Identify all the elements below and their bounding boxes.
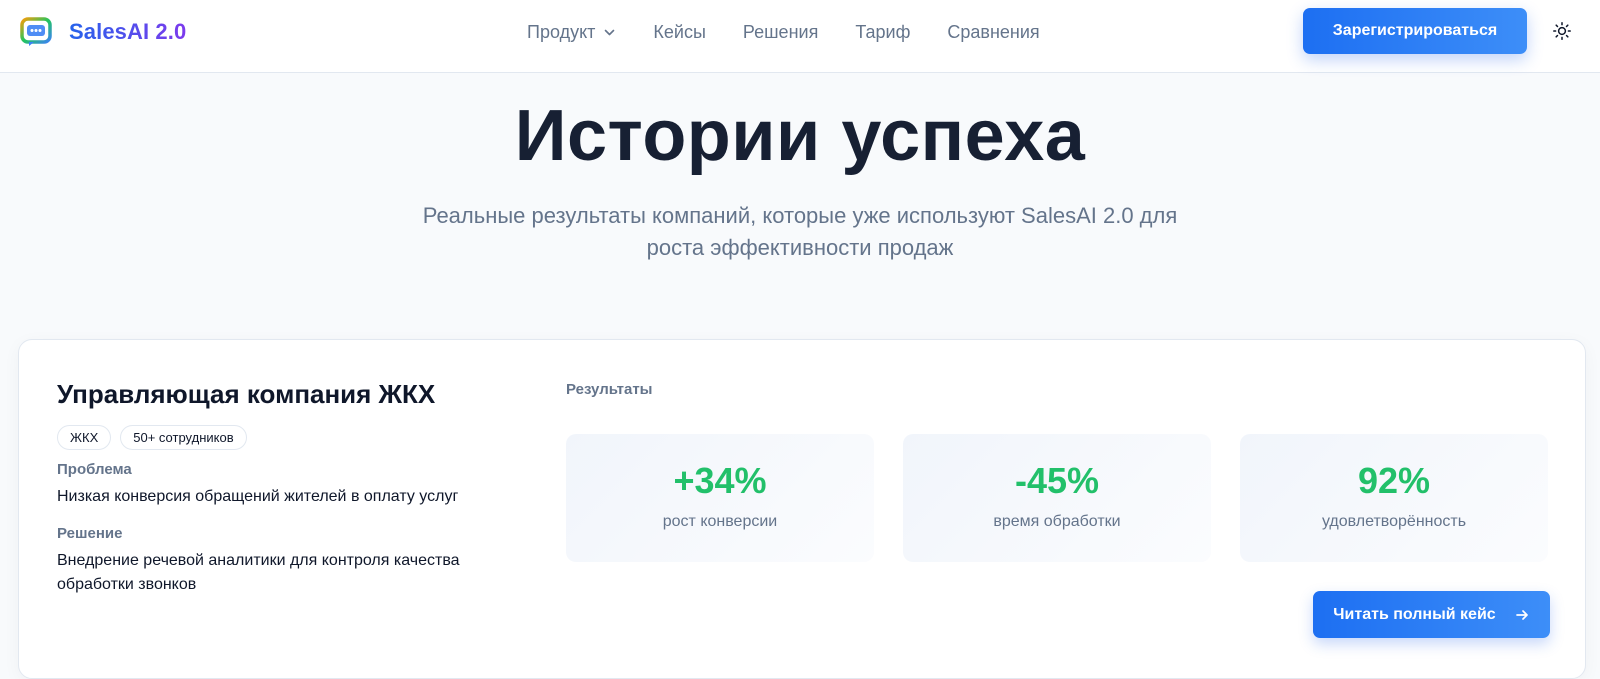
case-tags: ЖКХ 50+ сотрудников [57,425,247,450]
sun-icon[interactable] [1552,21,1572,41]
top-navbar: SalesAI 2.0 Продукт Кейсы Решения Тариф … [0,0,1600,73]
nav-item-label: Продукт [527,21,596,42]
tag-company-size: 50+ сотрудников [120,425,247,450]
metric-value: +34% [673,460,767,501]
chevron-down-icon [605,29,615,35]
nav-item-cases[interactable]: Кейсы [653,22,706,43]
solution-label: Решение [57,525,123,542]
solution-text-line: Внедрение речевой аналитики для контроля… [57,552,460,569]
metric-label: удовлетворённость [1321,513,1467,530]
metric-value: -45% [1014,460,1100,501]
subtitle-line: Реальные результаты компаний, которые уж… [422,203,1178,228]
signup-button[interactable]: Зарегистрироваться [1303,8,1527,54]
solution-text: Внедрение речевой аналитики для контроля… [57,549,517,597]
page-title: Истории успеха [514,96,1086,176]
logo-text[interactable]: SalesAI 2.0 [69,19,186,45]
nav-item-solutions[interactable]: Решения [743,22,818,43]
page-subtitle: Реальные результаты компаний, которые уж… [360,200,1240,264]
nav-item-product[interactable]: Продукт [527,22,616,43]
problem-text: Низкая конверсия обращений жителей в опл… [57,488,459,505]
case-card: Управляющая компания ЖКХ ЖКХ 50+ сотрудн… [18,339,1586,679]
metric-value: 92% [1357,460,1431,501]
read-full-case-button[interactable]: Читать полный кейс [1313,591,1550,638]
main-nav: Продукт Кейсы Решения Тариф Сравнения [527,20,1040,44]
nav-item-comparisons[interactable]: Сравнения [947,22,1039,43]
nav-item-pricing[interactable]: Тариф [855,22,910,43]
metric-card-conversion: +34% рост конверсии [566,434,874,562]
tag-industry: ЖКХ [57,425,112,450]
read-full-case-label: Читать полный кейс [1333,605,1496,623]
metric-card-satisfaction: 92% удовлетворённость [1240,434,1548,562]
problem-label: Проблема [57,461,132,478]
solution-text-line: обработки звонков [57,576,197,593]
case-title: Управляющая компания ЖКХ [57,379,436,409]
metric-card-processing-time: -45% время обработки [903,434,1211,562]
metric-label: время обработки [993,513,1121,530]
subtitle-line: роста эффективности продаж [646,235,954,260]
arrow-right-icon [1515,609,1528,620]
chat-bubble-icon[interactable] [20,17,52,47]
results-label: Результаты [566,381,653,398]
metric-label: рост конверсии [662,513,778,530]
